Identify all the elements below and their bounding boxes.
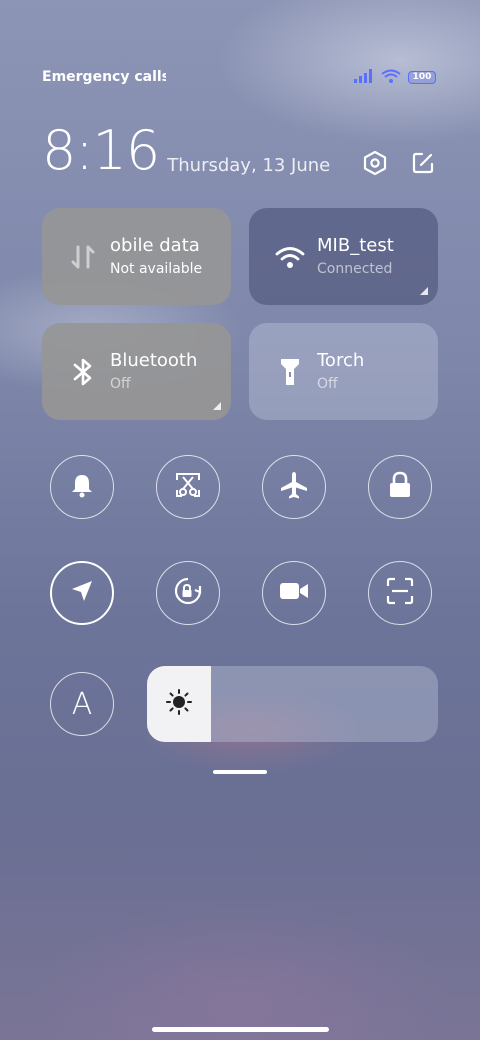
lock-icon: [388, 471, 412, 503]
wifi-icon: [275, 242, 305, 272]
home-indicator[interactable]: [152, 1027, 329, 1032]
video-toggle[interactable]: [262, 561, 326, 625]
tile-mobile-data[interactable]: obile data Not available: [42, 208, 231, 305]
location-toggle[interactable]: [50, 561, 114, 625]
carrier-text: Emergency calls o: [42, 69, 166, 85]
battery-icon: 100: [408, 70, 436, 84]
settings-hex-icon[interactable]: [362, 150, 388, 176]
screenshot-scissors-icon: [174, 471, 202, 503]
airplane-toggle[interactable]: [262, 455, 326, 519]
date-text: Thursday, 13 June: [167, 155, 331, 176]
data-arrows-icon: [68, 242, 98, 272]
sun-icon: [165, 688, 193, 720]
clock-date: 8:16 Thursday, 13 June: [42, 122, 330, 180]
tile-wifi[interactable]: MIB_test Connected: [249, 208, 438, 305]
bluetooth-icon: [68, 357, 98, 387]
tile-torch[interactable]: Torch Off: [249, 323, 438, 420]
edit-icon[interactable]: [410, 150, 436, 176]
tile-title: MIB_test: [317, 234, 394, 256]
expand-corner-icon[interactable]: [213, 402, 221, 410]
tile-title: Torch: [317, 349, 365, 371]
tile-subtitle: Off: [317, 375, 338, 392]
bell-toggle[interactable]: [50, 455, 114, 519]
screenshot-toggle[interactable]: [156, 455, 220, 519]
tile-bluetooth[interactable]: Bluetooth Off: [42, 323, 231, 420]
clock-time: 8:16: [42, 119, 160, 182]
rotation-lock-toggle[interactable]: [156, 561, 220, 625]
expand-corner-icon[interactable]: [420, 287, 428, 295]
panel-drag-handle[interactable]: [213, 770, 267, 774]
tile-title: Bluetooth: [110, 349, 198, 371]
tile-title: obile data: [110, 234, 200, 256]
tile-subtitle: Connected: [317, 260, 393, 277]
video-camera-icon: [279, 580, 309, 606]
auto-brightness-toggle[interactable]: A: [50, 672, 114, 736]
airplane-icon: [279, 470, 309, 504]
location-arrow-icon: [69, 578, 95, 608]
brightness-fill: [147, 666, 211, 742]
brightness-slider[interactable]: [147, 666, 438, 742]
rotation-lock-icon: [173, 576, 203, 610]
bell-icon: [69, 472, 95, 502]
tile-subtitle: Not available: [110, 260, 203, 277]
signal-icon: [354, 68, 374, 87]
flashlight-icon: [275, 357, 305, 387]
lock-toggle[interactable]: [368, 455, 432, 519]
auto-brightness-label: A: [71, 686, 93, 722]
scan-icon: [386, 577, 414, 609]
scan-toggle[interactable]: [368, 561, 432, 625]
status-bar: Emergency calls o 100: [42, 66, 436, 88]
tile-subtitle: Off: [110, 375, 131, 392]
wifi-status-icon: [381, 68, 401, 87]
